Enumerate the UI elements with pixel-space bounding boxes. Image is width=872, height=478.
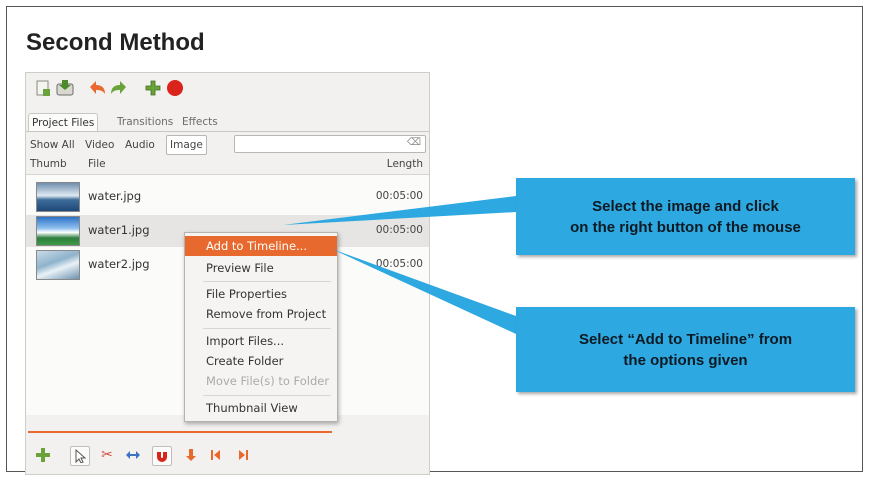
callout-pointer-add-to-timeline	[332, 249, 516, 334]
callout-line: on the right button of the mouse	[570, 218, 801, 236]
callout-line: Select the image and click	[592, 197, 779, 215]
callout-add-to-timeline: Select “Add to Timeline” from the option…	[516, 307, 855, 392]
callout-line: Select “Add to Timeline” from	[578, 330, 793, 348]
callout-pointer-select-image	[283, 196, 516, 225]
callout-line: the options given	[623, 351, 748, 369]
callout-select-image: Select the image and click on the right …	[516, 178, 855, 255]
